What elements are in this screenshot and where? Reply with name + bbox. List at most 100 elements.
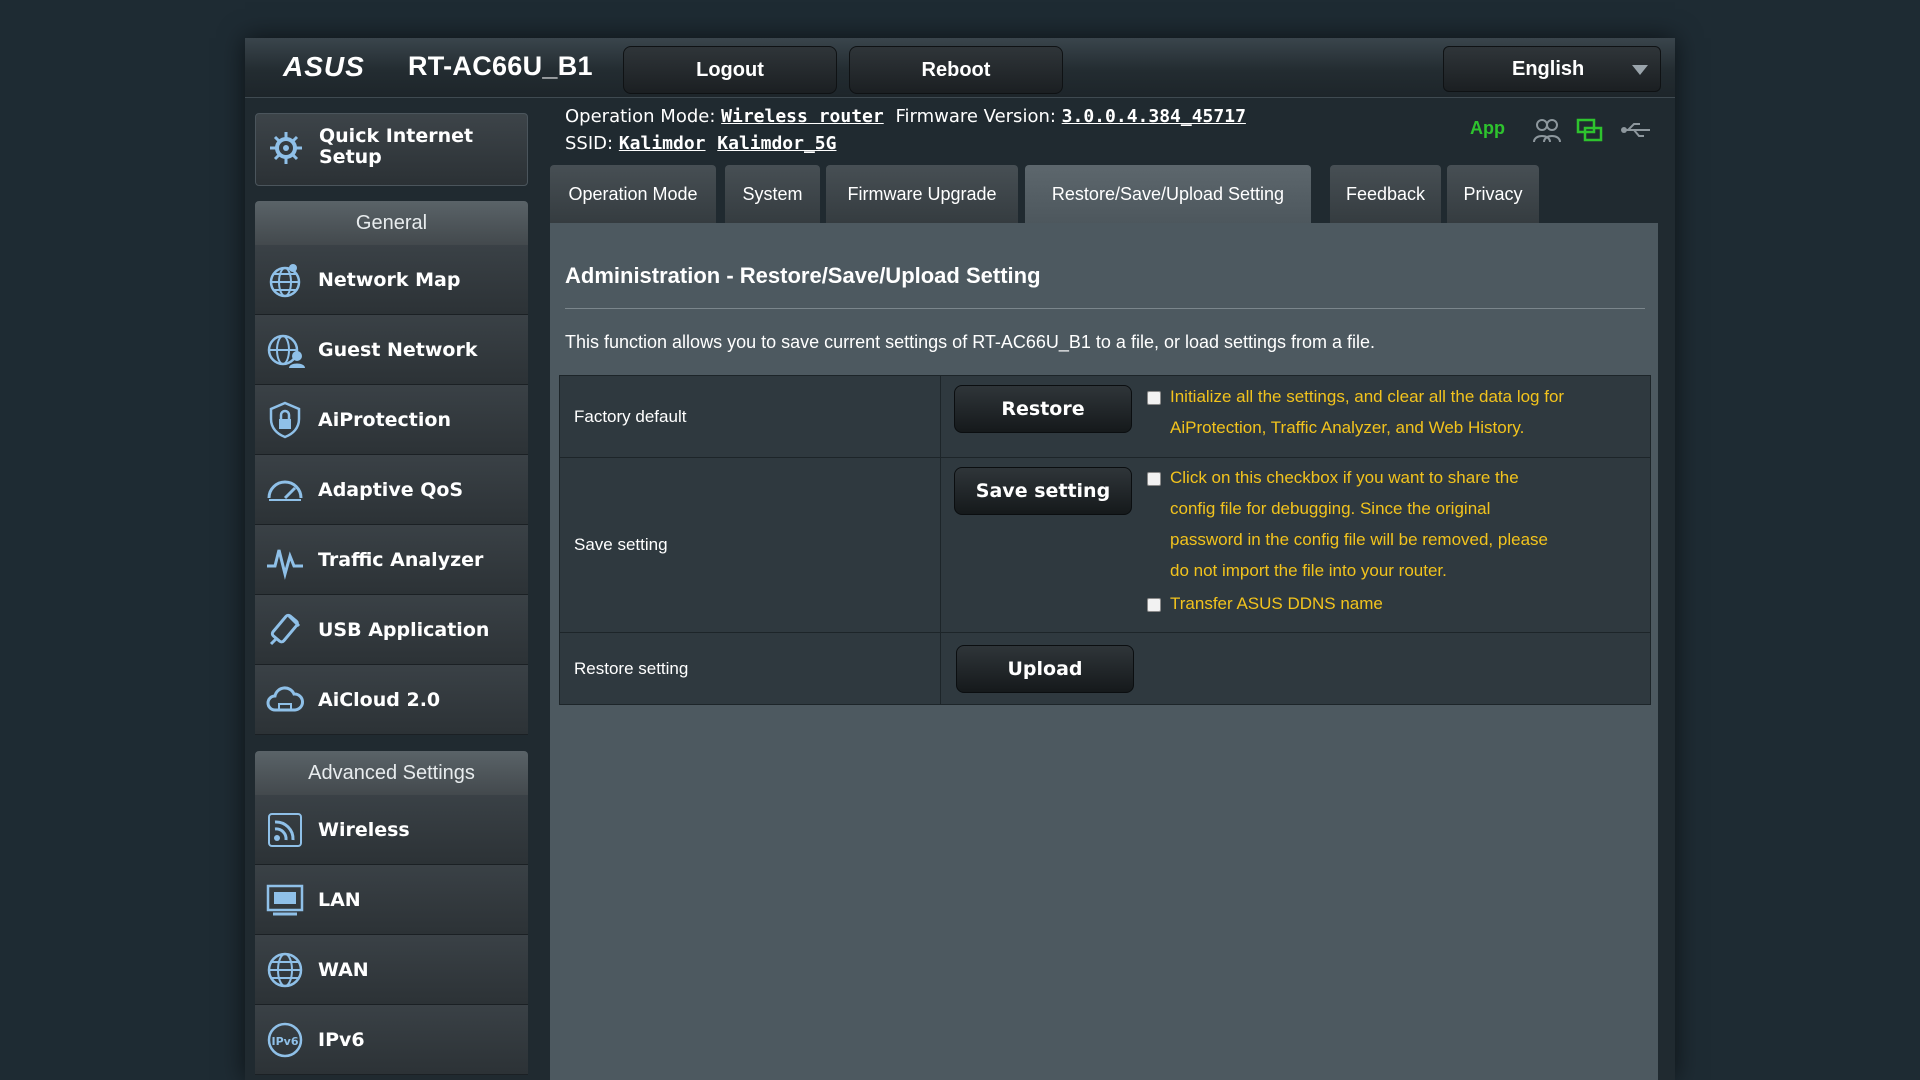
quick-setup-label: Quick Internet Setup: [319, 125, 474, 168]
sidebar-item-usb-application[interactable]: USB Application: [255, 595, 528, 665]
factory-default-label: Factory default: [559, 375, 941, 458]
sidebar-item-lan[interactable]: LAN: [255, 865, 528, 935]
general-menu: Network Map Guest Network AiProtection A…: [255, 245, 528, 735]
share-config-checkbox[interactable]: [1147, 472, 1161, 486]
sidebar-item-label: AiProtection: [318, 409, 451, 431]
page-title: Administration - Restore/Save/Upload Set…: [565, 263, 1041, 288]
divider: [565, 308, 1645, 309]
note-line: Initialize all the settings, and clear a…: [1170, 387, 1565, 406]
clients-icon[interactable]: [1532, 116, 1562, 144]
quick-internet-setup-button[interactable]: Quick Internet Setup: [255, 113, 528, 186]
note-line: Click on this checkbox if you want to sh…: [1170, 468, 1519, 487]
ssid-line: SSID: Kalimdor Kalimdor_5G: [565, 133, 836, 154]
note-line: AiProtection, Traffic Analyzer, and Web …: [1170, 418, 1525, 437]
router-admin-window: ASUS RT-AC66U_B1 Logout Reboot English Q…: [245, 38, 1675, 1080]
firmware-version-link[interactable]: 3.0.0.4.384_45717: [1062, 106, 1246, 127]
sidebar-item-label: Wireless: [318, 819, 410, 841]
speedometer-icon: [267, 480, 303, 501]
transfer-ddns-label: Transfer ASUS DDNS name: [1170, 594, 1383, 613]
sidebar-item-label: Guest Network: [318, 339, 478, 361]
status-icons: App: [1470, 116, 1660, 146]
svg-text:ASUS: ASUS: [282, 52, 365, 82]
ssid-label: SSID:: [565, 133, 614, 154]
ipv6-icon: IPv6: [267, 1022, 303, 1058]
top-bar: ASUS RT-AC66U_B1 Logout Reboot English: [245, 38, 1675, 98]
ssid-2g-link[interactable]: Kalimdor: [619, 133, 706, 154]
svg-text:IPv6: IPv6: [272, 1035, 299, 1048]
sidebar-item-label: Adaptive QoS: [318, 479, 464, 501]
sidebar-item-label: LAN: [318, 889, 361, 911]
shield-lock-icon: [269, 401, 301, 439]
logout-button[interactable]: Logout: [623, 46, 837, 94]
asus-logo: ASUS: [282, 52, 365, 82]
transfer-ddns-checkbox[interactable]: [1147, 598, 1161, 612]
note-line: config file for debugging. Since the ori…: [1170, 499, 1491, 518]
reboot-button[interactable]: Reboot: [849, 46, 1063, 94]
sidebar-item-aicloud[interactable]: AiCloud 2.0: [255, 665, 528, 735]
firmware-label: Firmware Version:: [895, 106, 1056, 127]
app-link[interactable]: App: [1470, 118, 1505, 139]
wifi-icon: [268, 813, 302, 847]
operation-mode-line: Operation Mode: Wireless router Firmware…: [565, 106, 1246, 127]
save-setting-controls: Save setting Click on this checkbox if y…: [940, 457, 1651, 633]
tab-feedback[interactable]: Feedback: [1330, 165, 1441, 223]
factory-default-controls: Restore Initialize all the settings, and…: [940, 375, 1651, 458]
restore-setting-label: Restore setting: [559, 632, 941, 705]
initialize-checkbox[interactable]: [1147, 391, 1161, 405]
restore-button[interactable]: Restore: [954, 385, 1132, 433]
table-row: Restore setting Upload: [559, 632, 1651, 705]
tab-system[interactable]: System: [725, 165, 820, 223]
language-select[interactable]: English: [1443, 46, 1661, 92]
page-description: This function allows you to save current…: [565, 332, 1376, 352]
sidebar-item-traffic-analyzer[interactable]: Traffic Analyzer: [255, 525, 528, 595]
general-section-title: General: [255, 201, 528, 245]
sidebar-item-label: IPv6: [318, 1029, 365, 1051]
table-row: Factory default Restore Initialize all t…: [559, 375, 1651, 458]
sidebar-item-guest-network[interactable]: Guest Network: [255, 315, 528, 385]
operation-mode-link[interactable]: Wireless router: [721, 106, 884, 127]
restore-setting-controls: Upload: [940, 632, 1651, 705]
tab-operation-mode[interactable]: Operation Mode: [550, 165, 716, 223]
router-model: RT-AC66U_B1: [408, 51, 593, 81]
waveform-icon: [267, 549, 303, 580]
sidebar-item-aiprotection[interactable]: AiProtection: [255, 385, 528, 455]
wizard-gear-icon: [270, 132, 302, 164]
tab-privacy[interactable]: Privacy: [1447, 165, 1539, 223]
table-row: Save setting Save setting Click on this …: [559, 457, 1651, 633]
save-setting-button[interactable]: Save setting: [954, 467, 1132, 515]
save-setting-label: Save setting: [559, 457, 941, 633]
sidebar-item-adaptive-qos[interactable]: Adaptive QoS: [255, 455, 528, 525]
usb-icon: [269, 613, 301, 646]
note-line: do not import the file into your router.: [1170, 561, 1447, 580]
main-content: Administration - Restore/Save/Upload Set…: [550, 223, 1658, 1080]
sidebar-item-wan[interactable]: WAN: [255, 935, 528, 1005]
upload-button[interactable]: Upload: [956, 645, 1134, 693]
sidebar-item-label: Traffic Analyzer: [318, 549, 484, 571]
share-config-note: Click on this checkbox if you want to sh…: [1170, 462, 1548, 586]
ssid-5g-link[interactable]: Kalimdor_5G: [717, 133, 836, 154]
sidebar-item-ipv6[interactable]: IPv6 IPv6: [255, 1005, 528, 1075]
wan-globe-icon: [267, 952, 303, 988]
advanced-section-title: Advanced Settings: [255, 751, 528, 795]
settings-table: Factory default Restore Initialize all t…: [559, 375, 1651, 705]
sidebar-item-wireless[interactable]: Wireless: [255, 795, 528, 865]
sidebar-item-label: AiCloud 2.0: [318, 689, 441, 711]
sidebar-item-label: WAN: [318, 959, 369, 981]
sidebar-item-network-map[interactable]: Network Map: [255, 245, 528, 315]
note-line: password in the config file will be remo…: [1170, 530, 1548, 549]
initialize-note: Initialize all the settings, and clear a…: [1170, 381, 1564, 443]
cloud-icon: [266, 686, 304, 712]
guest-network-icon: [267, 334, 305, 368]
tab-restore-save-upload[interactable]: Restore/Save/Upload Setting: [1025, 165, 1311, 223]
operation-mode-label: Operation Mode:: [565, 106, 716, 127]
sidebar-item-label: Network Map: [318, 269, 461, 291]
globe-network-icon: [269, 264, 301, 298]
sidebar-item-label: USB Application: [318, 619, 490, 641]
chevron-down-icon: [1632, 65, 1648, 75]
advanced-menu: Wireless LAN WAN IPv6 IPv6: [255, 795, 528, 1075]
usb-status-icon[interactable]: [1620, 120, 1652, 140]
internet-status-icon[interactable]: [1576, 118, 1604, 144]
language-value: English: [1512, 57, 1585, 80]
lan-icon: [266, 884, 304, 916]
tab-firmware-upgrade[interactable]: Firmware Upgrade: [826, 165, 1018, 223]
